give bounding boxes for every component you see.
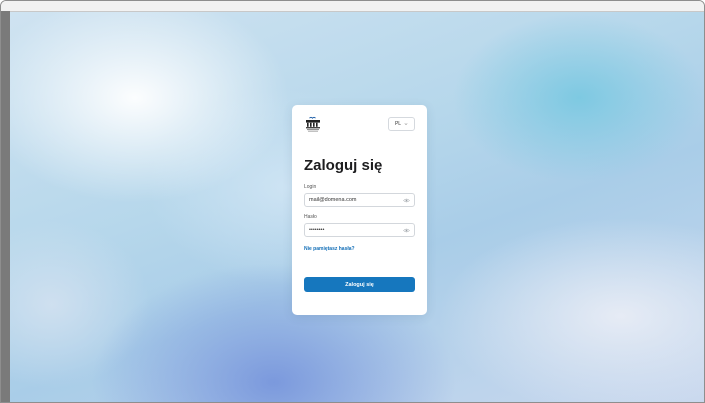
- password-input[interactable]: ••••••••: [304, 223, 415, 237]
- browser-window: PL Zaloguj się Login mail@domena.com Has…: [0, 0, 705, 403]
- window-top-bar: [1, 1, 704, 12]
- chevron-down-icon: [404, 123, 408, 126]
- login-input-value: mail@domena.com: [309, 197, 357, 203]
- login-card: PL Zaloguj się Login mail@domena.com Has…: [292, 105, 427, 315]
- login-input[interactable]: mail@domena.com: [304, 193, 415, 207]
- eye-icon[interactable]: [403, 228, 410, 233]
- window-left-edge: [1, 11, 10, 402]
- eye-icon[interactable]: [403, 198, 410, 203]
- password-label: Hasło: [304, 214, 317, 220]
- language-selected-value: PL: [394, 121, 402, 127]
- login-label: Login: [304, 184, 317, 190]
- language-selector[interactable]: PL: [388, 117, 415, 131]
- password-input-value: ••••••••: [309, 227, 325, 233]
- forgot-password-link[interactable]: Nie pamiętasz hasła?: [304, 246, 355, 252]
- organization-logo-icon: [306, 116, 320, 132]
- page-title: Zaloguj się: [304, 157, 383, 174]
- login-submit-button[interactable]: Zaloguj się: [304, 277, 415, 292]
